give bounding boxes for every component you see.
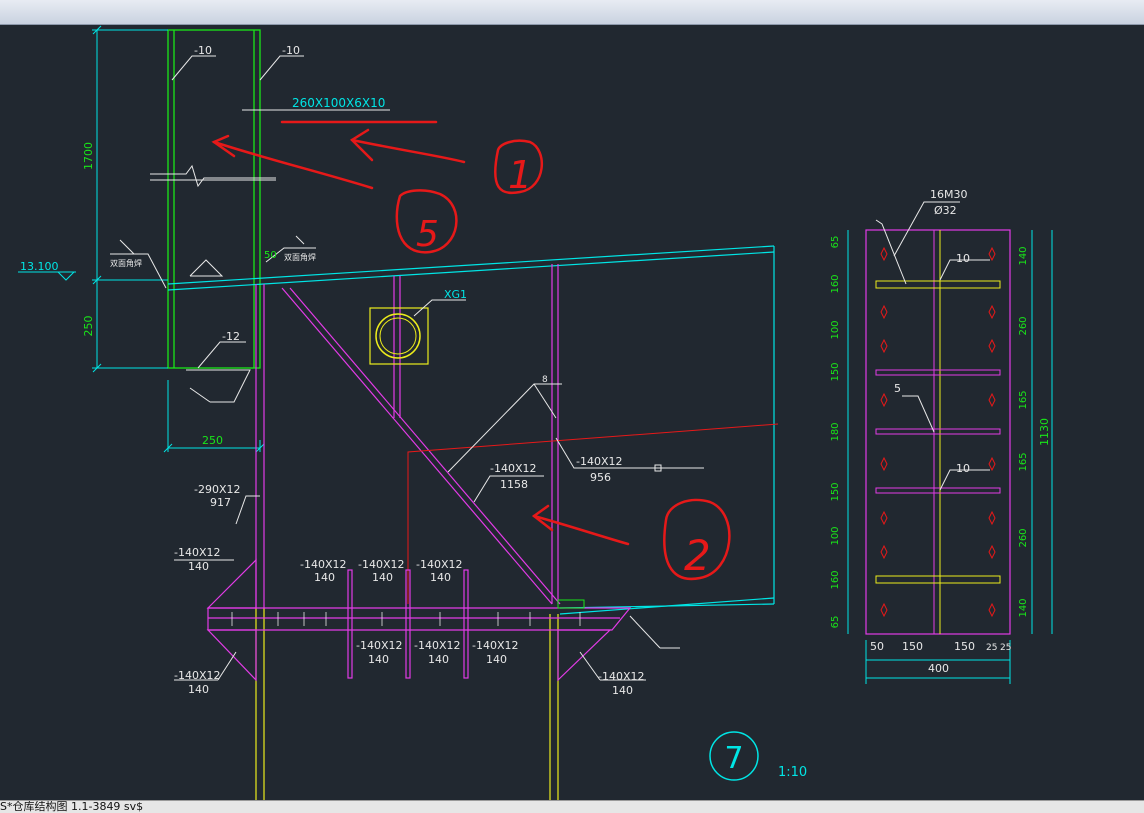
rib-bottom-2-section: -140X12: [414, 639, 461, 652]
rib-bottom-3-length: 140: [486, 653, 507, 666]
main-stiffener-section: -290X12: [194, 483, 241, 496]
svg-text:150: 150: [830, 482, 841, 501]
bolt-holes: [880, 246, 996, 618]
dim-250-horizontal: 250: [202, 434, 223, 447]
rib-bottom-1-length: 140: [368, 653, 389, 666]
side-leaders: [875, 201, 990, 491]
bolts-label: 16M30: [930, 188, 968, 201]
vert-brace-length: 956: [590, 471, 611, 484]
plate-bottom-label: -12: [222, 330, 240, 343]
rib-top-3-length: 140: [430, 571, 451, 584]
weld-label-a: 双面角焊: [110, 258, 142, 268]
bottom-base-plate: [207, 607, 632, 631]
dim-50: 50: [264, 250, 277, 261]
svg-text:260: 260: [1018, 316, 1029, 335]
plate-left-label: -10: [194, 44, 212, 57]
weld-10-b: 10: [956, 462, 970, 475]
svg-text:160: 160: [830, 274, 841, 293]
plate-right-label: -10: [282, 44, 300, 57]
weld-label-b: 双面角焊: [284, 252, 316, 262]
window-title-bar: [0, 0, 1144, 25]
detail-number: 7: [724, 741, 743, 776]
rib-right-bottom-length: 140: [612, 684, 633, 697]
side-right-dims: 140 260 165 165 260 140: [1018, 246, 1029, 617]
svg-text:140: 140: [1018, 246, 1029, 265]
svg-text:50: 50: [870, 640, 884, 653]
svg-text:25: 25: [986, 643, 997, 653]
rib-bottom-1-section: -140X12: [356, 639, 403, 652]
tube-label: XG1: [444, 288, 467, 301]
vert-brace-section: -140X12: [576, 455, 623, 468]
weld-size-tag: 8: [542, 375, 548, 385]
svg-text:100: 100: [830, 526, 841, 545]
dimension-column-height: [92, 25, 168, 373]
side-total-height: 1130: [1038, 418, 1051, 446]
lower-column: [255, 608, 559, 800]
rib-bottom-3-section: -140X12: [472, 639, 519, 652]
markup-2: 2: [684, 531, 711, 580]
break-line: [150, 164, 276, 188]
rib-right-bottom-section: -140X12: [598, 670, 645, 683]
rib-left-top-section: -140X12: [174, 546, 221, 559]
vertical-brace: [393, 264, 559, 604]
drawing-scale: 1:10: [778, 765, 807, 780]
weld-block: [557, 599, 585, 609]
member-section-label: 260X100X6X10: [292, 96, 385, 110]
rib-left-top-length: 140: [188, 560, 209, 573]
hole-label: Ø32: [934, 204, 957, 217]
side-left-dims: 65 160 100 150 180 150 100 160 65: [830, 236, 841, 629]
status-bar: S*仓库结构图 1.1-3849 sv$: [0, 800, 1144, 813]
elevation-label: 13.100: [20, 260, 59, 273]
svg-text:100: 100: [830, 320, 841, 339]
diag-brace-length: 1158: [500, 478, 528, 491]
main-stiffener-length: 917: [210, 496, 231, 509]
rib-bottom-2-length: 140: [428, 653, 449, 666]
side-total-width: 400: [928, 662, 949, 675]
status-text: S*仓库结构图 1.1-3849 sv$: [0, 800, 144, 813]
side-bottom-dims: 50 150 150 25 25: [870, 640, 1011, 653]
svg-text:180: 180: [830, 422, 841, 441]
svg-text:165: 165: [1018, 390, 1029, 409]
svg-text:165: 165: [1018, 452, 1029, 471]
svg-text:25: 25: [1000, 643, 1011, 653]
dim-250-vertical: 250: [82, 316, 95, 337]
weld-symbol-base: [186, 369, 251, 403]
diag-brace-section: -140X12: [490, 462, 537, 475]
rib-top-2-length: 140: [372, 571, 393, 584]
markup-5: 5: [416, 214, 439, 255]
elevation-marker: [18, 271, 76, 281]
svg-text:150: 150: [954, 640, 975, 653]
svg-text:150: 150: [830, 362, 841, 381]
svg-text:160: 160: [830, 570, 841, 589]
svg-text:140: 140: [1018, 598, 1029, 617]
rib-top-1-section: -140X12: [300, 558, 347, 571]
diagonal-brace: [281, 287, 561, 605]
side-view-plate: [865, 229, 1011, 635]
weld-5: 5: [894, 382, 901, 395]
tube-xg1: [369, 299, 466, 365]
rib-left-bottom-length: 140: [188, 683, 209, 696]
svg-text:65: 65: [830, 236, 841, 249]
svg-text:260: 260: [1018, 528, 1029, 547]
weld-10-a: 10: [956, 252, 970, 265]
svg-text:65: 65: [830, 616, 841, 629]
rib-left-bottom-section: -140X12: [174, 669, 221, 682]
rib-top-3-section: -140X12: [416, 558, 463, 571]
markup-1: 1: [508, 153, 532, 197]
rib-top-2-section: -140X12: [358, 558, 405, 571]
column-outline: [167, 29, 261, 369]
cad-drawing-canvas[interactable]: 1700 250 13.100 -10 -10 -12 260X100X6X10…: [0, 24, 1144, 800]
rib-top-1-length: 140: [314, 571, 335, 584]
svg-text:150: 150: [902, 640, 923, 653]
dim-1700: 1700: [82, 142, 95, 170]
